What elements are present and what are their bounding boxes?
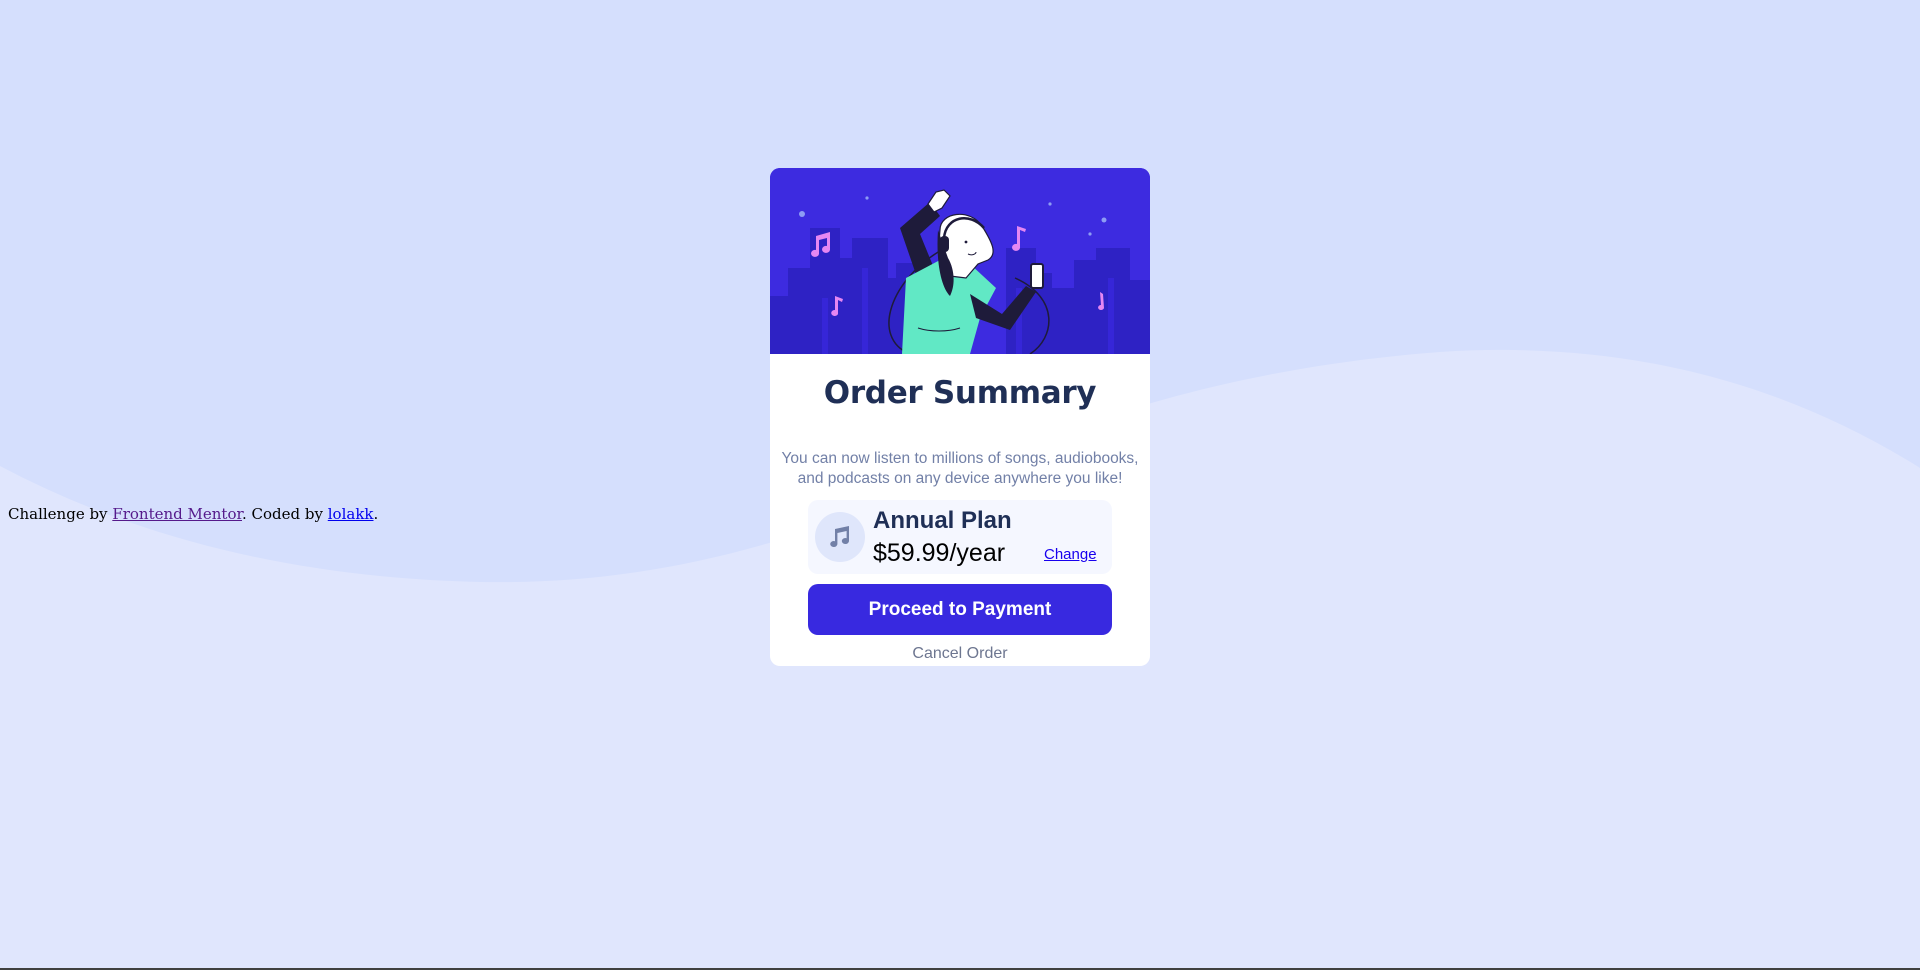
order-summary-card: Order Summary You can now listen to mill… bbox=[770, 168, 1150, 666]
author-link[interactable]: lolakk bbox=[328, 505, 374, 523]
plan-name: Annual Plan bbox=[873, 507, 1012, 534]
attribution-suffix: . bbox=[373, 505, 379, 523]
order-description-line-2: and podcasts on any device anywhere you … bbox=[797, 470, 1123, 487]
frontend-mentor-link[interactable]: Frontend Mentor bbox=[112, 505, 242, 523]
plan-price: $59.99/year bbox=[873, 539, 1006, 567]
attribution-middle: . Coded by bbox=[242, 505, 328, 523]
attribution-prefix: Challenge by bbox=[8, 505, 113, 523]
cancel-order-button[interactable]: Cancel Order bbox=[770, 645, 1150, 663]
page: Challenge by Frontend Mentor. Coded by l… bbox=[0, 0, 1920, 970]
attribution: Challenge by Frontend Mentor. Coded by l… bbox=[8, 505, 378, 523]
proceed-to-payment-button[interactable]: Proceed to Payment bbox=[808, 584, 1112, 635]
plan-panel: Annual Plan $59.99/year Change bbox=[808, 500, 1112, 574]
order-description: You can now listen to millions of songs,… bbox=[770, 449, 1150, 489]
person-dancing-with-headphones-illustration bbox=[770, 168, 1150, 354]
hero-illustration bbox=[770, 168, 1150, 354]
change-plan-link[interactable]: Change bbox=[1044, 546, 1097, 563]
order-description-line-1: You can now listen to millions of songs,… bbox=[781, 450, 1139, 467]
page-title: Order Summary bbox=[823, 375, 1097, 411]
music-note-icon bbox=[815, 512, 865, 562]
